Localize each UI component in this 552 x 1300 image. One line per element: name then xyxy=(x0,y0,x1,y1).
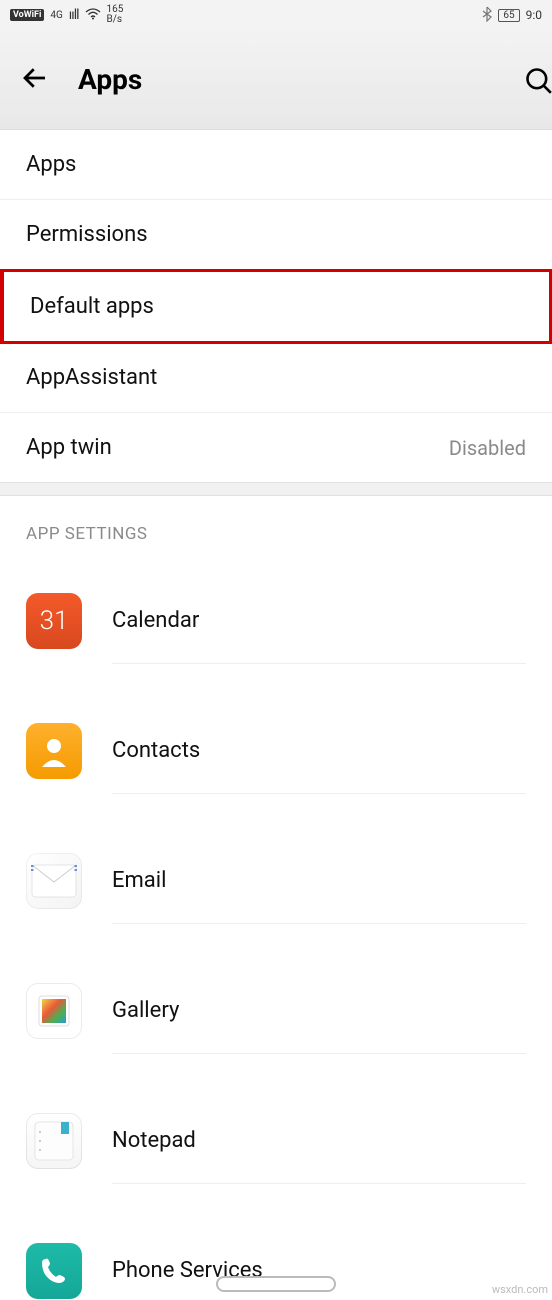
menu-status: Disabled xyxy=(449,436,526,460)
menu-label: App twin xyxy=(26,435,112,460)
phone-icon xyxy=(26,1243,82,1299)
arrow-left-icon xyxy=(20,63,50,93)
bluetooth-icon xyxy=(482,6,492,25)
search-icon xyxy=(524,66,552,94)
status-right: 65 9:0 xyxy=(482,6,542,25)
signal-icon: ııll xyxy=(69,7,79,23)
app-item-email[interactable]: Email xyxy=(0,816,552,946)
menu-label: Apps xyxy=(26,152,76,177)
page-title: Apps xyxy=(78,63,142,96)
app-label: Gallery xyxy=(112,998,179,1023)
app-header: Apps xyxy=(0,30,552,130)
app-item-contacts[interactable]: Contacts xyxy=(0,686,552,816)
menu-item-appassistant[interactable]: AppAssistant xyxy=(0,343,552,413)
app-label: Email xyxy=(112,868,166,893)
email-icon xyxy=(26,853,82,909)
calendar-icon: 31 xyxy=(26,593,82,649)
nav-pill[interactable] xyxy=(216,1276,336,1292)
app-item-gallery[interactable]: Gallery xyxy=(0,946,552,1076)
search-button[interactable] xyxy=(524,66,552,98)
section-divider xyxy=(0,482,552,496)
app-list: 31 Calendar Contacts Email Gallery Notep… xyxy=(0,556,552,1300)
wifi-icon xyxy=(85,8,101,23)
settings-list: Apps Permissions Default apps AppAssista… xyxy=(0,130,552,482)
battery-level: 65 xyxy=(498,9,519,22)
app-label: Notepad xyxy=(112,1128,196,1153)
back-button[interactable] xyxy=(20,63,50,97)
status-left: VoWiFi 4G ııll 165 B/s xyxy=(10,5,123,25)
app-label: Calendar xyxy=(112,608,199,633)
menu-item-default-apps[interactable]: Default apps xyxy=(0,269,552,344)
app-item-notepad[interactable]: Notepad xyxy=(0,1076,552,1206)
network-type: 4G xyxy=(50,10,62,21)
app-item-calendar[interactable]: 31 Calendar xyxy=(0,556,552,686)
menu-item-apps[interactable]: Apps xyxy=(0,130,552,200)
menu-label: Permissions xyxy=(26,222,148,247)
notepad-icon xyxy=(26,1113,82,1169)
menu-label: Default apps xyxy=(30,294,154,319)
vowifi-badge: VoWiFi xyxy=(10,9,44,21)
data-speed: 165 B/s xyxy=(107,5,124,25)
contacts-icon xyxy=(26,723,82,779)
menu-item-permissions[interactable]: Permissions xyxy=(0,200,552,270)
clock: 9:0 xyxy=(526,8,542,22)
watermark: wsxdn.com xyxy=(492,1283,548,1296)
status-bar: VoWiFi 4G ııll 165 B/s 65 9:0 xyxy=(0,0,552,30)
section-header: APP SETTINGS xyxy=(0,496,552,556)
menu-item-app-twin[interactable]: App twin Disabled xyxy=(0,413,552,482)
menu-label: AppAssistant xyxy=(26,365,157,390)
app-label: Contacts xyxy=(112,738,200,763)
gallery-icon xyxy=(26,983,82,1039)
